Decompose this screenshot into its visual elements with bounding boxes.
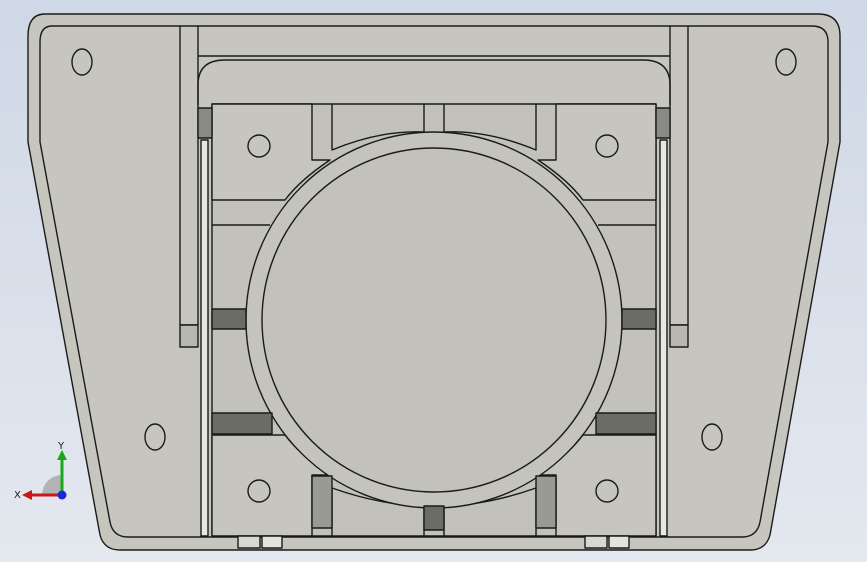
slot-left-lower: [211, 412, 273, 435]
housing-hole-top-right[interactable]: [595, 134, 619, 158]
slot-top-left-post: [197, 107, 213, 139]
housing-hole-bottom-right[interactable]: [595, 479, 619, 503]
mount-hole-top-left[interactable]: [71, 48, 93, 76]
slot-right-upper: [621, 308, 657, 330]
slot-bottom-left: [311, 475, 333, 529]
cad-graphics-viewport[interactable]: Y X: [0, 0, 867, 562]
housing-hole-bottom-left[interactable]: [247, 479, 271, 503]
x-axis-arrowhead: [22, 490, 32, 500]
guide-rod-left[interactable]: [200, 139, 209, 537]
main-bore-inner: [261, 147, 607, 493]
mount-hole-top-right[interactable]: [775, 48, 797, 76]
right-rail-foot: [669, 324, 689, 348]
bolt-head-right-a: [584, 535, 608, 549]
x-axis-label: X: [14, 490, 21, 501]
coordinate-triad: Y X: [14, 441, 67, 501]
left-rail-foot: [179, 324, 199, 348]
y-axis-label: Y: [57, 441, 65, 452]
slot-bottom-right: [535, 475, 557, 529]
mount-hole-bottom-right[interactable]: [701, 423, 723, 451]
slot-top-right-post: [655, 107, 671, 139]
bolt-head-right-b: [608, 535, 630, 549]
housing-hole-top-left[interactable]: [247, 134, 271, 158]
z-axis-dot: [57, 490, 67, 500]
bolt-head-left-a: [237, 535, 261, 549]
part-drawing[interactable]: [0, 0, 867, 562]
slot-right-lower: [595, 412, 657, 435]
guide-rod-right[interactable]: [659, 139, 668, 537]
slot-left-upper: [211, 308, 247, 330]
slot-bottom-center: [423, 505, 445, 531]
mount-hole-bottom-left[interactable]: [144, 423, 166, 451]
bolt-head-left-b: [261, 535, 283, 549]
